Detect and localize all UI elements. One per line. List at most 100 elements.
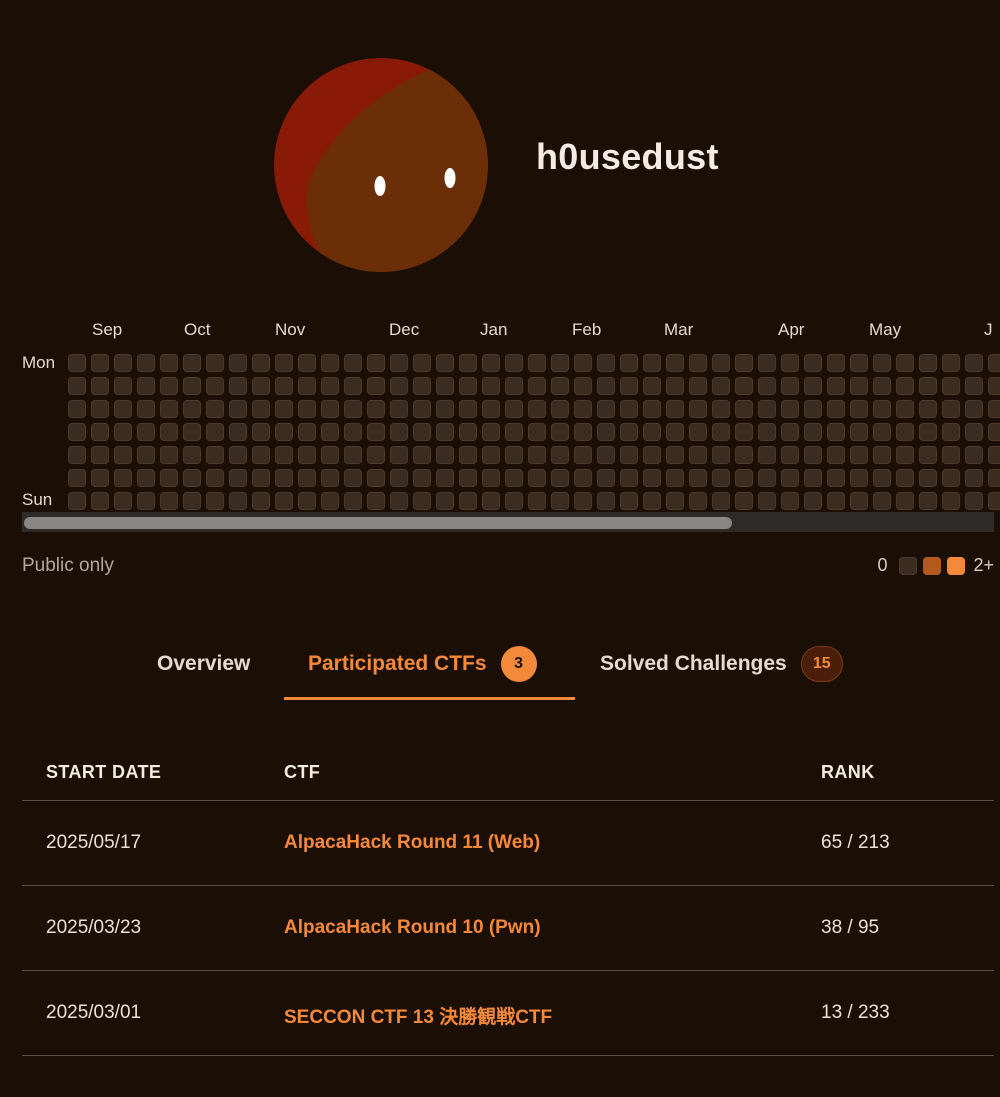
heatmap-cell[interactable]	[804, 469, 822, 487]
heatmap-cell[interactable]	[735, 492, 753, 510]
heatmap-cell[interactable]	[643, 400, 661, 418]
tab-solved-challenges[interactable]: Solved Challenges 15	[600, 630, 843, 698]
heatmap-cell[interactable]	[91, 446, 109, 464]
heatmap-cell[interactable]	[252, 423, 270, 441]
heatmap-cell[interactable]	[482, 469, 500, 487]
heatmap-cell[interactable]	[229, 492, 247, 510]
heatmap-cell[interactable]	[804, 377, 822, 395]
heatmap-cell[interactable]	[781, 492, 799, 510]
heatmap-cell[interactable]	[528, 400, 546, 418]
heatmap-cell[interactable]	[275, 469, 293, 487]
heatmap-cell[interactable]	[367, 400, 385, 418]
heatmap-cell[interactable]	[758, 400, 776, 418]
heatmap-cell[interactable]	[781, 446, 799, 464]
heatmap-cell[interactable]	[873, 492, 891, 510]
heatmap-cell[interactable]	[850, 400, 868, 418]
heatmap-cell[interactable]	[620, 423, 638, 441]
heatmap-cell[interactable]	[206, 423, 224, 441]
heatmap-cell[interactable]	[413, 400, 431, 418]
heatmap-cell[interactable]	[367, 377, 385, 395]
tab-participated-ctfs[interactable]: Participated CTFs 3	[284, 630, 575, 700]
heatmap-cell[interactable]	[321, 377, 339, 395]
heatmap-cell[interactable]	[873, 377, 891, 395]
heatmap-cell[interactable]	[459, 377, 477, 395]
heatmap-cell[interactable]	[804, 400, 822, 418]
heatmap-cell[interactable]	[68, 492, 86, 510]
heatmap-cell[interactable]	[390, 400, 408, 418]
heatmap-cell[interactable]	[735, 469, 753, 487]
heatmap-cell[interactable]	[643, 492, 661, 510]
heatmap-cell[interactable]	[528, 469, 546, 487]
heatmap-cell[interactable]	[574, 446, 592, 464]
heatmap-cell[interactable]	[965, 400, 983, 418]
heatmap-cell[interactable]	[643, 423, 661, 441]
heatmap-cell[interactable]	[482, 492, 500, 510]
heatmap-cell[interactable]	[321, 446, 339, 464]
heatmap-cell[interactable]	[965, 492, 983, 510]
heatmap-cell[interactable]	[252, 377, 270, 395]
heatmap-cell[interactable]	[413, 423, 431, 441]
heatmap-cell[interactable]	[298, 423, 316, 441]
heatmap-cell[interactable]	[666, 423, 684, 441]
heatmap-cell[interactable]	[965, 446, 983, 464]
heatmap-cell[interactable]	[390, 492, 408, 510]
heatmap-cell[interactable]	[919, 377, 937, 395]
heatmap-cell[interactable]	[528, 492, 546, 510]
heatmap-cell[interactable]	[942, 423, 960, 441]
heatmap-cell[interactable]	[183, 423, 201, 441]
heatmap-cell[interactable]	[252, 400, 270, 418]
heatmap-cell[interactable]	[505, 446, 523, 464]
heatmap-cell[interactable]	[321, 400, 339, 418]
heatmap-cell[interactable]	[344, 354, 362, 372]
heatmap-cell[interactable]	[850, 377, 868, 395]
heatmap-cell[interactable]	[827, 469, 845, 487]
heatmap-cell[interactable]	[91, 354, 109, 372]
heatmap-cell[interactable]	[804, 423, 822, 441]
heatmap-cell[interactable]	[482, 377, 500, 395]
heatmap-scrollbar[interactable]	[22, 512, 994, 532]
heatmap-cell[interactable]	[965, 469, 983, 487]
heatmap-cell[interactable]	[390, 377, 408, 395]
heatmap-cell[interactable]	[528, 377, 546, 395]
heatmap-cell[interactable]	[712, 377, 730, 395]
heatmap-cell[interactable]	[183, 446, 201, 464]
heatmap-cell[interactable]	[850, 354, 868, 372]
heatmap-cell[interactable]	[436, 354, 454, 372]
heatmap-cell[interactable]	[781, 469, 799, 487]
heatmap-cell[interactable]	[597, 446, 615, 464]
heatmap-cell[interactable]	[229, 400, 247, 418]
heatmap-cell[interactable]	[896, 377, 914, 395]
heatmap-cell[interactable]	[781, 400, 799, 418]
heatmap-cell[interactable]	[689, 492, 707, 510]
heatmap-cell[interactable]	[735, 446, 753, 464]
heatmap-cell[interactable]	[574, 354, 592, 372]
heatmap-cell[interactable]	[436, 377, 454, 395]
heatmap-cell[interactable]	[68, 354, 86, 372]
heatmap-cell[interactable]	[183, 469, 201, 487]
heatmap-cell[interactable]	[229, 446, 247, 464]
heatmap-cell[interactable]	[367, 469, 385, 487]
heatmap-cell[interactable]	[896, 400, 914, 418]
heatmap-cell[interactable]	[919, 469, 937, 487]
heatmap-cell[interactable]	[229, 377, 247, 395]
heatmap-cell[interactable]	[528, 446, 546, 464]
heatmap-cell[interactable]	[390, 423, 408, 441]
heatmap-cell[interactable]	[459, 400, 477, 418]
heatmap-cell[interactable]	[68, 423, 86, 441]
heatmap-cell[interactable]	[252, 354, 270, 372]
heatmap-cell[interactable]	[160, 354, 178, 372]
heatmap-cell[interactable]	[758, 354, 776, 372]
heatmap-cell[interactable]	[505, 469, 523, 487]
heatmap-cell[interactable]	[919, 400, 937, 418]
heatmap-cell[interactable]	[137, 423, 155, 441]
heatmap-cell[interactable]	[137, 400, 155, 418]
heatmap-cell[interactable]	[689, 377, 707, 395]
heatmap-cell[interactable]	[275, 492, 293, 510]
heatmap-cell[interactable]	[252, 446, 270, 464]
heatmap-cell[interactable]	[712, 446, 730, 464]
heatmap-cell[interactable]	[321, 492, 339, 510]
heatmap-cell[interactable]	[804, 354, 822, 372]
heatmap-cell[interactable]	[298, 492, 316, 510]
heatmap-cell[interactable]	[206, 469, 224, 487]
heatmap-cell[interactable]	[758, 469, 776, 487]
